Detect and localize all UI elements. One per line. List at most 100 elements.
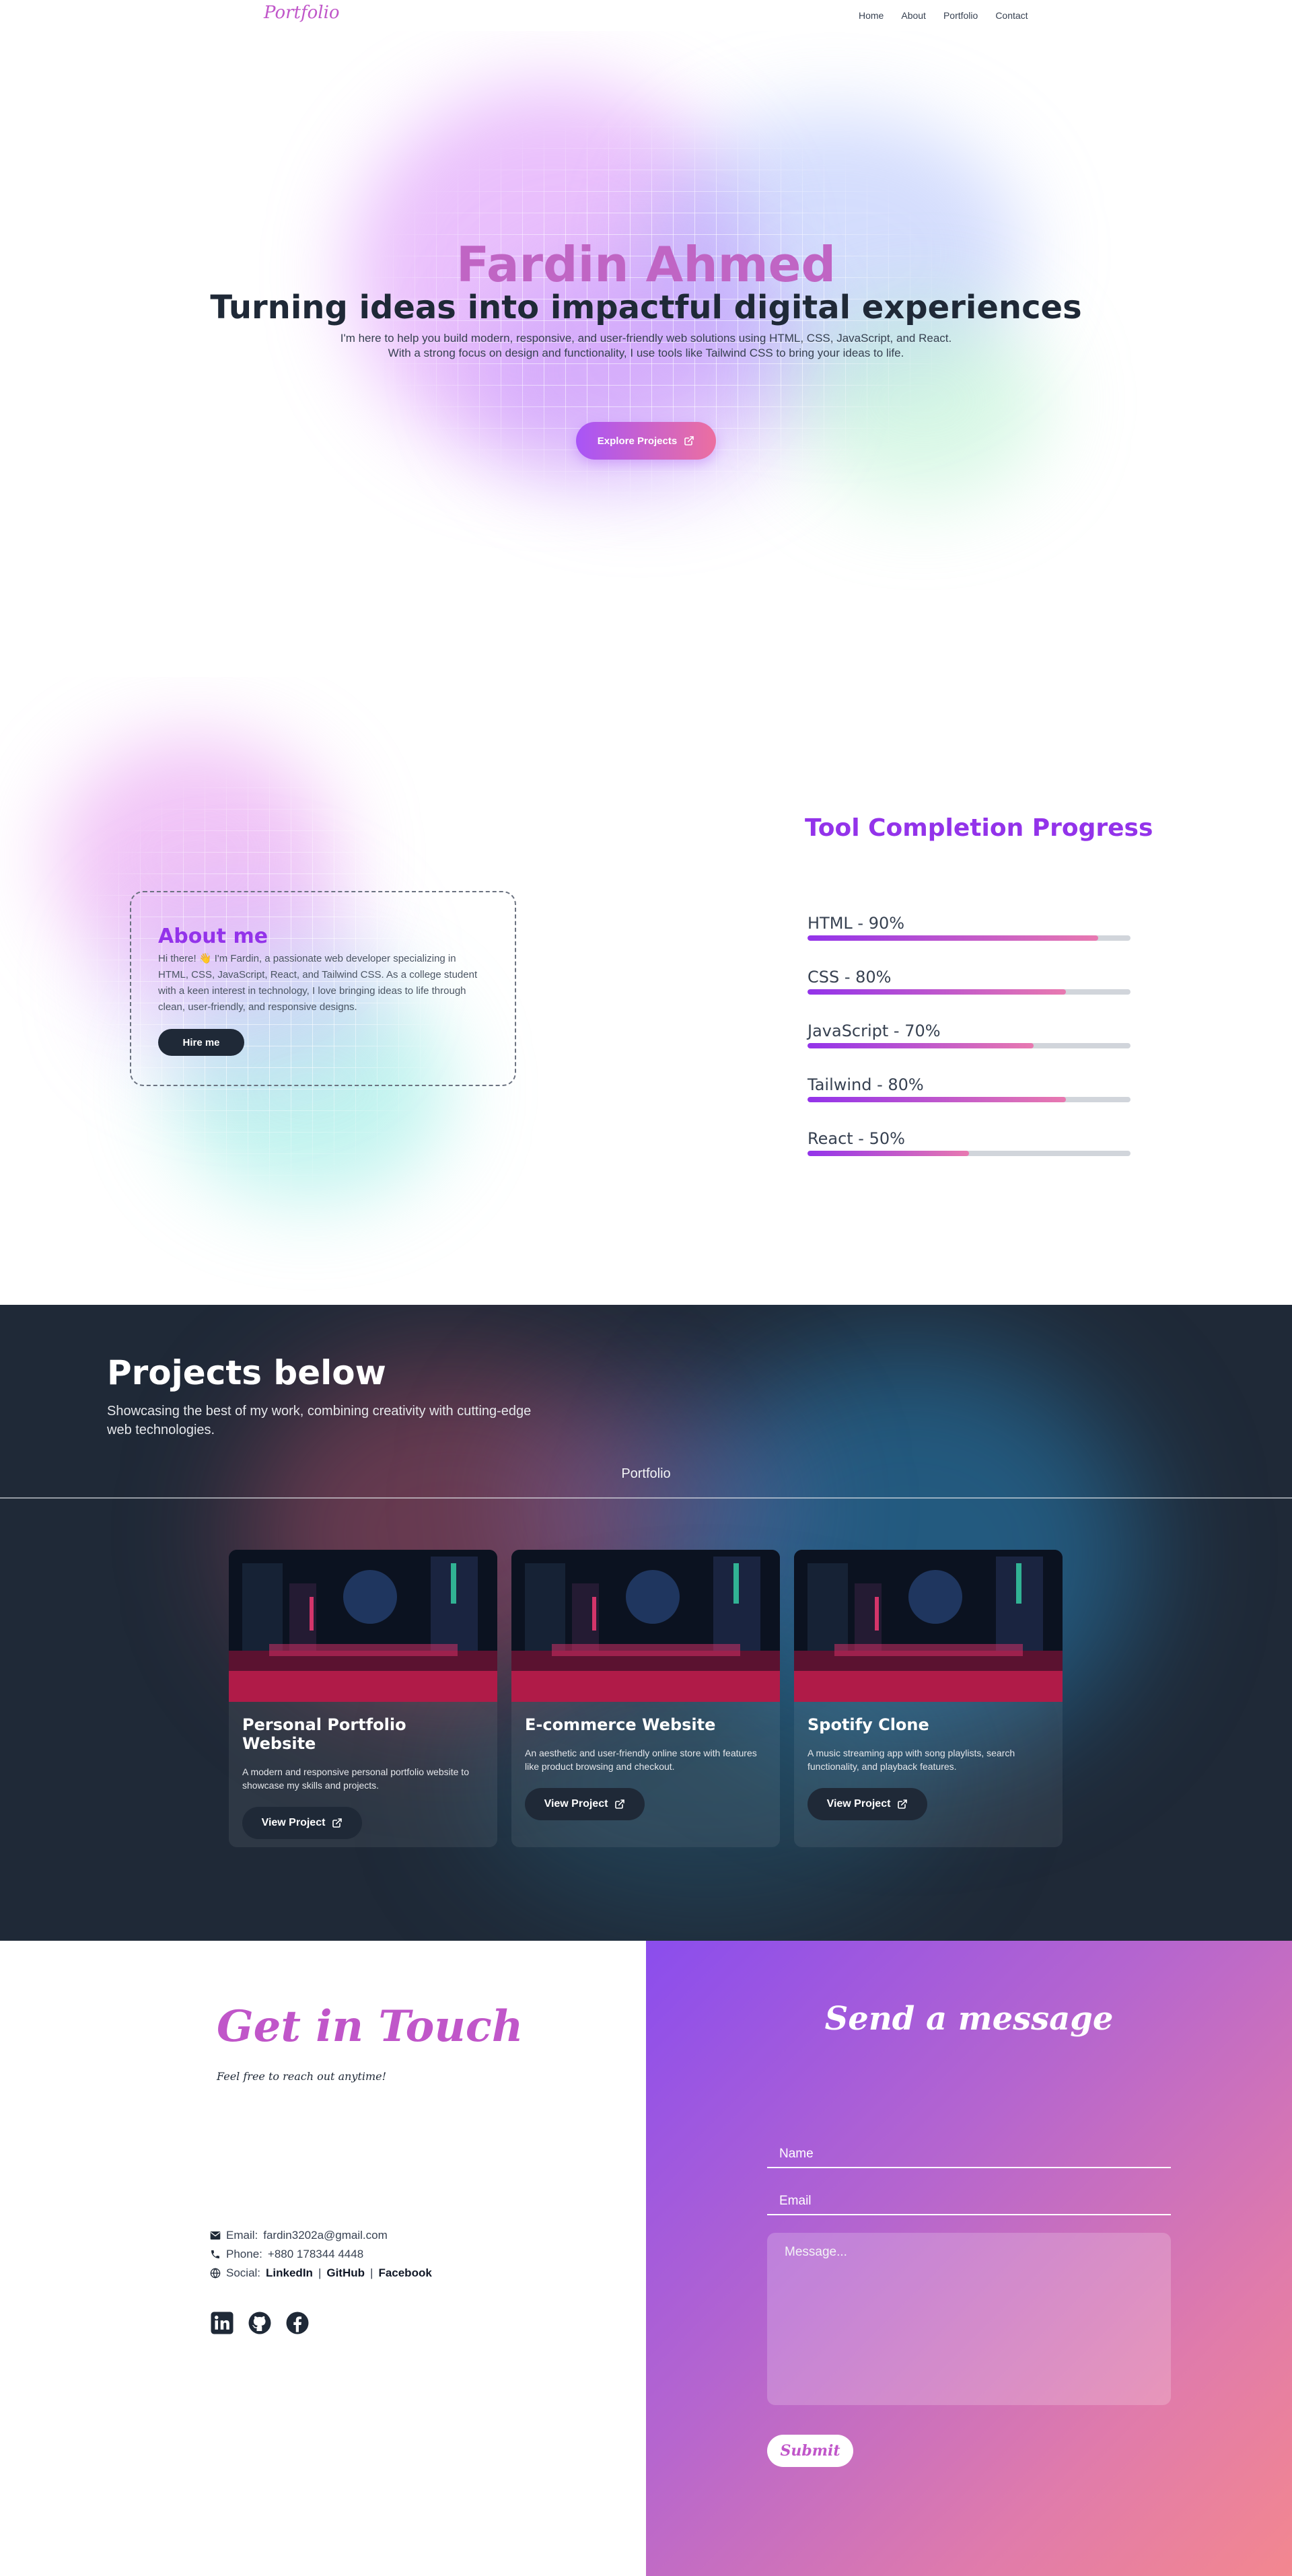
- progress-fill-react: [808, 1151, 969, 1156]
- view-project-label: View Project: [826, 1798, 891, 1810]
- email-field[interactable]: Email: [767, 2186, 1171, 2215]
- city-night-image: [511, 1550, 780, 1702]
- nav-link-portfolio[interactable]: Portfolio: [943, 10, 978, 21]
- nav-link-about[interactable]: About: [901, 10, 926, 21]
- hero-subtitle-line-2: With a strong focus on design and functi…: [388, 347, 904, 359]
- progress-track-css: [808, 989, 1130, 995]
- phone-label: Phone:: [226, 2248, 262, 2260]
- message-textarea[interactable]: Message...: [767, 2233, 1171, 2405]
- progress-fill-tailwind: [808, 1097, 1066, 1102]
- contact-subtitle: Feel free to reach out anytime!: [217, 2070, 387, 2083]
- social-link-github[interactable]: GitHub: [326, 2264, 365, 2283]
- progress-fill-html: [808, 935, 1098, 941]
- explore-projects-button[interactable]: Explore Projects: [576, 422, 716, 460]
- city-night-image: [794, 1550, 1063, 1702]
- phone-value: +880 178344 4448: [267, 2248, 364, 2260]
- contact-info-panel: Get in Touch Feel free to reach out anyt…: [0, 1941, 646, 2576]
- github-icon[interactable]: [248, 2311, 272, 2335]
- project-description: An aesthetic and user-friendly online st…: [525, 1748, 757, 1772]
- hire-me-button[interactable]: Hire me: [158, 1029, 244, 1056]
- view-project-button[interactable]: View Project: [242, 1807, 362, 1839]
- progress-track-javascript: [808, 1043, 1130, 1048]
- message-form-panel: Send a message Name Email Message... Sub…: [646, 1941, 1292, 2576]
- progress-track-tailwind: [808, 1097, 1130, 1102]
- progress-item-javascript: JavaScript - 70%: [808, 1022, 1130, 1075]
- progress-item-html: HTML - 90%: [808, 914, 1130, 968]
- project-title: E-commerce Website: [525, 1715, 716, 1734]
- email-row: Email: fardin3202a@gmail.com: [210, 2226, 432, 2245]
- social-separator: |: [318, 2266, 322, 2279]
- progress-track-html: [808, 935, 1130, 941]
- project-thumbnail: [511, 1550, 780, 1702]
- phone-row: Phone: +880 178344 4448: [210, 2245, 432, 2264]
- email-label: Email:: [226, 2229, 258, 2242]
- project-card: Spotify Clone A music streaming app with…: [794, 1550, 1063, 1847]
- facebook-icon[interactable]: [285, 2311, 310, 2335]
- view-project-label: View Project: [544, 1798, 608, 1810]
- contact-section: Get in Touch Feel free to reach out anyt…: [0, 1941, 1292, 2576]
- progress-label-javascript: JavaScript - 70%: [808, 1022, 941, 1040]
- envelope-icon: [210, 2231, 221, 2240]
- social-link-linkedin[interactable]: LinkedIn: [266, 2264, 313, 2283]
- project-card: Personal Portfolio Website A modern and …: [229, 1550, 497, 1847]
- social-label: Social:: [226, 2266, 261, 2279]
- external-link-icon: [615, 1799, 625, 1809]
- phone-icon: [211, 2250, 219, 2258]
- nav-links: Home About Portfolio Contact: [859, 10, 1028, 21]
- external-link-icon: [898, 1799, 908, 1809]
- progress-list: HTML - 90% CSS - 80% JavaScript - 70% Ta…: [808, 914, 1130, 1183]
- nav-link-contact[interactable]: Contact: [995, 10, 1028, 21]
- view-project-button[interactable]: View Project: [808, 1788, 927, 1820]
- projects-title: Projects below: [107, 1353, 386, 1392]
- city-night-image: [229, 1550, 497, 1702]
- social-link-facebook[interactable]: Facebook: [378, 2264, 431, 2283]
- project-description: A modern and responsive personal portfol…: [242, 1766, 469, 1791]
- social-icons: [210, 2311, 310, 2335]
- progress-item-css: CSS - 80%: [808, 968, 1130, 1022]
- site-logo[interactable]: Portfolio: [264, 3, 340, 23]
- project-card: E-commerce Website An aesthetic and user…: [511, 1550, 780, 1847]
- contact-title: Get in Touch: [217, 2001, 524, 2052]
- hero-subtitle-line-1: I'm here to help you build modern, respo…: [340, 332, 952, 345]
- progress-label-html: HTML - 90%: [808, 914, 905, 933]
- about-title: About me: [158, 925, 268, 948]
- progress-label-tailwind: Tailwind - 80%: [808, 1075, 924, 1094]
- progress-label-css: CSS - 80%: [808, 968, 892, 987]
- nav-link-home[interactable]: Home: [859, 10, 884, 21]
- progress-label-react: React - 50%: [808, 1129, 905, 1148]
- globe-icon: [210, 2268, 221, 2279]
- project-card-body: Personal Portfolio Website A modern and …: [229, 1702, 497, 1839]
- view-project-button[interactable]: View Project: [525, 1788, 645, 1820]
- progress-item-tailwind: Tailwind - 80%: [808, 1075, 1130, 1129]
- external-link-icon: [332, 1818, 343, 1828]
- email-value[interactable]: fardin3202a@gmail.com: [263, 2226, 388, 2245]
- contact-info: Email: fardin3202a@gmail.com Phone: +880…: [210, 2226, 432, 2283]
- progress-title: Tool Completion Progress: [805, 814, 1153, 842]
- submit-button[interactable]: Submit: [767, 2435, 853, 2467]
- linkedin-icon[interactable]: [210, 2311, 234, 2335]
- progress-fill-javascript: [808, 1043, 1034, 1048]
- progress-item-react: React - 50%: [808, 1129, 1130, 1183]
- project-thumbnail: [229, 1550, 497, 1702]
- projects-divider: [0, 1497, 1292, 1499]
- send-message-title: Send a message: [824, 2000, 1114, 2038]
- hero-title: Turning ideas into impactful digital exp…: [210, 289, 1082, 326]
- view-project-label: View Project: [261, 1817, 326, 1828]
- progress-track-react: [808, 1151, 1130, 1156]
- about-text: Hi there! 👋 I'm Fardin, a passionate web…: [158, 953, 478, 1013]
- project-card-body: Spotify Clone A music streaming app with…: [794, 1702, 1063, 1820]
- project-title: Personal Portfolio Website: [242, 1715, 406, 1753]
- external-link-icon: [684, 436, 694, 445]
- project-title: Spotify Clone: [808, 1715, 929, 1734]
- project-cards: Personal Portfolio Website A modern and …: [229, 1550, 1063, 1847]
- project-thumbnail: [794, 1550, 1063, 1702]
- social-separator: |: [370, 2266, 373, 2279]
- social-row: Social: LinkedIn | GitHub | Facebook: [210, 2264, 432, 2283]
- hero-subtitle: I'm here to help you build modern, respo…: [0, 331, 1292, 361]
- project-description: A music streaming app with song playlist…: [808, 1748, 1015, 1772]
- projects-subtitle: Showcasing the best of my work, combinin…: [107, 1404, 532, 1437]
- hero-name: Fardin Ahmed: [456, 236, 836, 293]
- projects-section: Projects below Showcasing the best of my…: [0, 1305, 1292, 1941]
- name-field[interactable]: Name: [767, 2139, 1171, 2168]
- hero-section: Fardin Ahmed Turning ideas into impactfu…: [0, 31, 1292, 677]
